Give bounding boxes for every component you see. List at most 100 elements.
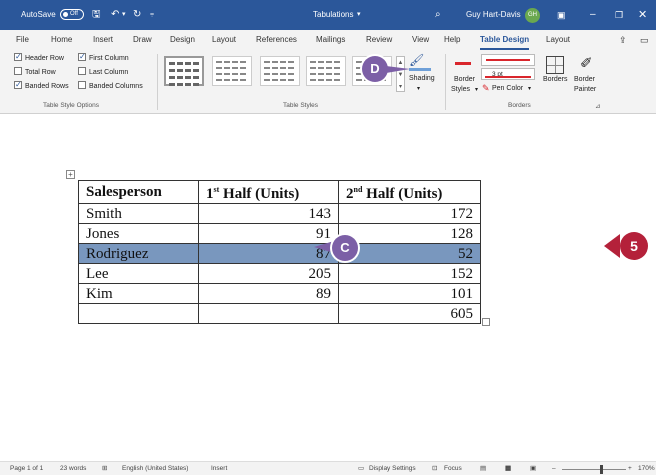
pen-color-dropdown-icon[interactable]: ▾	[528, 85, 531, 92]
cell-first-half[interactable]	[198, 303, 339, 324]
customize-toolbar-icon[interactable]: ⩦	[150, 0, 154, 30]
banded-columns-option[interactable]: Banded Columns	[78, 81, 143, 93]
comments-icon[interactable]: ▭	[640, 30, 649, 50]
search-icon[interactable]: ⌕	[435, 0, 441, 30]
first-column-option[interactable]: First Column	[78, 51, 129, 65]
border-painter-label-1[interactable]: Border	[574, 76, 595, 83]
last-column-option[interactable]: Last Column	[78, 67, 128, 79]
tab-table-design[interactable]: Table Design	[480, 30, 530, 50]
shading-dropdown-icon[interactable]: ▾	[417, 85, 420, 92]
shading-button[interactable]: Shading	[409, 75, 435, 82]
tab-draw[interactable]: Draw	[133, 30, 152, 50]
banded-columns-checkbox[interactable]	[78, 81, 86, 89]
document-title[interactable]: Tabulations	[313, 0, 353, 30]
share-icon[interactable]: ⇪	[619, 30, 627, 50]
tab-view[interactable]: View	[412, 30, 429, 50]
tab-review[interactable]: Review	[366, 30, 392, 50]
line-style-select[interactable]	[481, 54, 535, 66]
border-styles-label-2[interactable]: Styles	[451, 86, 470, 93]
border-styles-label-1[interactable]: Border	[454, 76, 475, 83]
tab-design[interactable]: Design	[170, 30, 195, 50]
read-mode-icon[interactable]: ▤	[480, 462, 486, 475]
pen-color-icon[interactable]: ✎	[482, 83, 490, 94]
avatar[interactable]: GH	[525, 8, 540, 23]
tab-home[interactable]: Home	[51, 30, 72, 50]
tab-help[interactable]: Help	[444, 30, 460, 50]
tab-mailings[interactable]: Mailings	[316, 30, 345, 50]
border-painter-icon[interactable]: ✐	[580, 54, 593, 72]
cell-second-half[interactable]: 152	[338, 263, 481, 284]
header-second-half[interactable]: 2nd Half (Units)	[338, 180, 481, 204]
cell-second-half[interactable]: 172	[338, 203, 481, 224]
borders-icon[interactable]	[546, 56, 564, 74]
header-first-half[interactable]: 1st Half (Units)	[198, 180, 339, 204]
insert-mode[interactable]: Insert	[211, 462, 227, 475]
undo-icon[interactable]: ↶	[111, 0, 119, 30]
total-row-option[interactable]: Total Row	[14, 67, 56, 79]
zoom-level[interactable]: 170%	[638, 462, 655, 475]
save-icon[interactable]: 🖫	[92, 0, 101, 30]
cell-salesperson[interactable]: Kim	[78, 283, 199, 304]
table-style-grid-selected[interactable]	[164, 56, 204, 86]
zoom-in-icon[interactable]: +	[628, 462, 632, 475]
tab-insert[interactable]: Insert	[93, 30, 113, 50]
cell-salesperson[interactable]: Jones	[78, 223, 199, 244]
display-settings-icon[interactable]: ▭	[358, 462, 364, 475]
minimize-icon[interactable]: –	[590, 0, 596, 30]
borders-dialog-launcher-icon[interactable]: ⊿	[595, 102, 600, 110]
ribbon-display-icon[interactable]: ▣	[557, 0, 566, 30]
table-style-plain-2[interactable]	[260, 56, 300, 86]
table-move-handle[interactable]: +	[66, 170, 75, 179]
table-style-plain-3[interactable]	[306, 56, 346, 86]
page-count[interactable]: Page 1 of 1	[10, 462, 43, 475]
autosave-toggle[interactable]: Off	[60, 9, 84, 20]
user-name[interactable]: Guy Hart-Davis	[466, 0, 521, 30]
print-layout-icon[interactable]: ▦	[505, 462, 511, 475]
language[interactable]: English (United States)	[122, 462, 188, 475]
word-count[interactable]: 23 words	[60, 462, 86, 475]
tab-table-layout[interactable]: Layout	[546, 30, 570, 50]
last-column-checkbox[interactable]	[78, 67, 86, 75]
banded-rows-option[interactable]: Banded Rows	[14, 79, 69, 93]
display-settings[interactable]: Display Settings	[369, 462, 416, 475]
zoom-out-icon[interactable]: –	[552, 462, 556, 475]
zoom-slider[interactable]	[562, 469, 626, 470]
undo-dropdown-icon[interactable]: ▾	[122, 0, 126, 30]
cell-first-half[interactable]: 143	[198, 203, 339, 224]
banded-rows-checkbox[interactable]	[14, 79, 22, 91]
table-resize-handle[interactable]	[482, 318, 490, 326]
cell-salesperson[interactable]: Smith	[78, 203, 199, 224]
title-dropdown-icon[interactable]: ▾	[357, 0, 361, 30]
border-styles-icon[interactable]	[455, 62, 471, 65]
borders-button[interactable]: Borders	[543, 76, 568, 83]
tab-layout[interactable]: Layout	[212, 30, 236, 50]
proofing-icon[interactable]: ⊞	[102, 462, 107, 475]
line-weight-select[interactable]: 3 pt	[481, 68, 535, 80]
header-row-option[interactable]: Header Row	[14, 51, 64, 65]
total-row-checkbox[interactable]	[14, 67, 22, 75]
redo-icon[interactable]: ↻	[133, 0, 141, 30]
web-layout-icon[interactable]: ▣	[530, 462, 536, 475]
border-painter-label-2[interactable]: Painter	[574, 86, 596, 93]
focus-icon[interactable]: ⊡	[432, 462, 437, 475]
table-style-plain-1[interactable]	[212, 56, 252, 86]
tab-references[interactable]: References	[256, 30, 297, 50]
tab-file[interactable]: File	[16, 30, 29, 50]
border-styles-dropdown-icon[interactable]: ▾	[475, 86, 478, 93]
pen-color-button[interactable]: Pen Color	[492, 85, 523, 92]
cell-second-half[interactable]: 128	[338, 223, 481, 244]
restore-icon[interactable]: ❐	[615, 0, 623, 30]
header-row-checkbox[interactable]	[14, 51, 22, 63]
cell-salesperson[interactable]	[78, 303, 199, 324]
cell-first-half[interactable]: 89	[198, 283, 339, 304]
focus-button[interactable]: Focus	[444, 462, 462, 475]
first-column-checkbox[interactable]	[78, 51, 86, 63]
header-salesperson[interactable]: Salesperson	[78, 180, 199, 204]
cell-second-half[interactable]: 52	[338, 243, 481, 264]
cell-salesperson[interactable]: Lee	[78, 263, 199, 284]
close-icon[interactable]: ✕	[638, 0, 647, 30]
zoom-slider-thumb[interactable]	[600, 465, 603, 474]
cell-second-half[interactable]: 101	[338, 283, 481, 304]
cell-first-half[interactable]: 205	[198, 263, 339, 284]
cell-salesperson[interactable]: Rodriguez	[78, 243, 199, 264]
